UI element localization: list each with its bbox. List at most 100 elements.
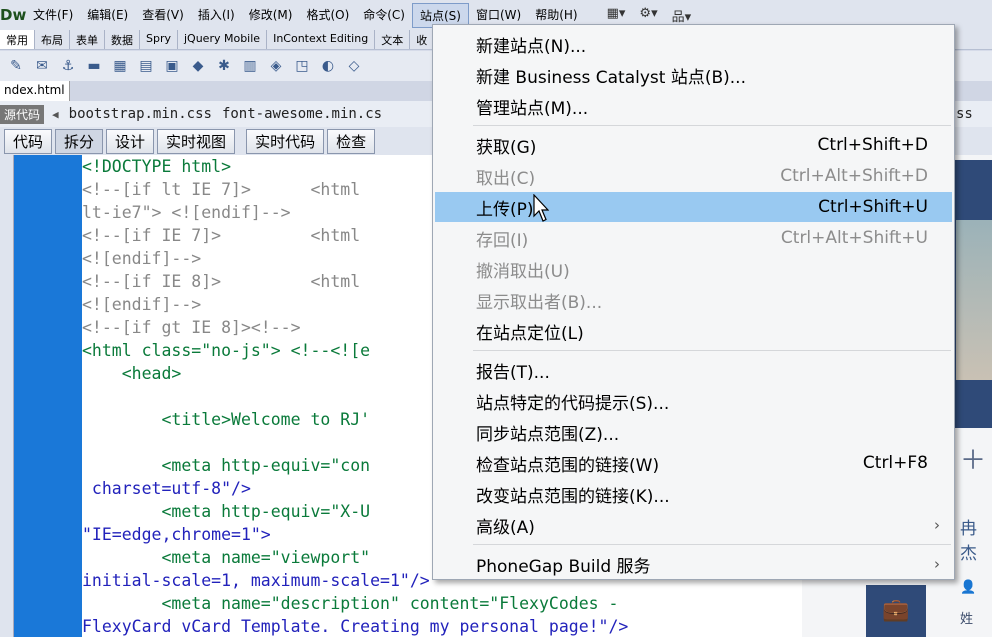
site-menu-item[interactable]: 报告(T)... — [435, 355, 952, 385]
site-menu-item[interactable]: 新建 Business Catalyst 站点(B)... — [435, 60, 952, 90]
comment-icon[interactable]: ◳ — [292, 58, 312, 74]
code-text: <!--[if lt IE 7]> <html — [82, 180, 361, 199]
site-menu-item[interactable]: 管理站点(M)... — [435, 91, 952, 121]
menu-separator — [473, 544, 951, 545]
gear-icon[interactable]: ⚙▾ — [639, 6, 657, 25]
site-menu-item[interactable]: 高级(A) › — [435, 510, 952, 540]
menu-item[interactable]: 格式(O) — [299, 3, 356, 28]
view-button[interactable]: 实时视图 — [157, 128, 236, 154]
site-menu-item[interactable]: 改变站点范围的链接(K)... — [435, 479, 952, 509]
insert-tab[interactable]: jQuery Mobile — [178, 30, 268, 49]
date-icon[interactable]: ▥ — [240, 58, 260, 74]
code-line[interactable]: FlexyCard vCard Template. Creating my pe… — [82, 615, 802, 637]
site-menu-item-label: 改变站点范围的链接(K)... — [476, 486, 670, 507]
user-icon: 👤 — [960, 580, 977, 595]
media-icon[interactable]: ◆ — [188, 58, 208, 74]
site-menu-item[interactable]: 新建站点(N)... — [435, 29, 952, 59]
site-menu-dropdown: 新建站点(N)... 新建 Business Catalyst 站点(B)... 管… — [432, 24, 955, 580]
site-menu-item[interactable]: 上传(P) Ctrl+Shift+U — [435, 192, 952, 222]
site-menu-item[interactable]: 同步站点范围(Z)... — [435, 417, 952, 447]
insert-tab[interactable]: 收 — [410, 30, 435, 49]
app-logo: Dw — [0, 6, 27, 24]
dreamweaver-window: Dw 文件(F) 编辑(E) 查看(V) 插入(I) 修改(M) 格式(O) 命令(C) 站点… — [0, 0, 992, 637]
related-file[interactable]: bootstrap.min.css — [69, 106, 212, 122]
code-line[interactable]: 14 <meta name="description" content="Fle… — [82, 592, 802, 615]
code-text: <meta name="description" content="FlexyC… — [82, 594, 619, 613]
site-menu-item-label: 撤消取出(U) — [476, 261, 570, 282]
related-file-tail[interactable]: ss — [956, 106, 973, 122]
anchor-icon[interactable]: ⚓ — [58, 58, 78, 74]
site-menu-item[interactable]: 站点特定的代码提示(S)... — [435, 386, 952, 416]
hr-icon[interactable]: ▬ — [84, 58, 104, 74]
code-text: <!--[if IE 7]> <html — [82, 226, 361, 245]
email-icon[interactable]: ✉ — [32, 58, 52, 74]
site-menu-item[interactable]: 显示取出者(B)... — [435, 285, 952, 315]
code-text: <![endif]--> — [82, 295, 202, 314]
menu-item[interactable]: 命令(C) — [356, 3, 412, 28]
hyperlink-icon[interactable]: ✎ — [6, 58, 26, 74]
menu-item[interactable]: 文件(F) — [26, 3, 80, 28]
shortcut-label: Ctrl+Shift+D — [817, 135, 928, 155]
related-file[interactable]: font-awesome.min.cs — [222, 106, 382, 122]
back-arrow-icon[interactable]: ◀ — [52, 108, 59, 121]
server-include-icon[interactable]: ◈ — [266, 58, 286, 74]
template-icon[interactable]: ◇ — [344, 58, 364, 74]
view-button[interactable]: 实时代码 — [246, 128, 325, 154]
widget-icon[interactable]: ✱ — [214, 58, 234, 74]
insert-tab[interactable]: 表单 — [70, 30, 105, 49]
menu-item[interactable]: 修改(M) — [242, 3, 300, 28]
code-text: <html class="no-js"> <!--<![e — [82, 341, 371, 360]
site-menu-item[interactable]: 在站点定位(L) — [435, 316, 952, 346]
insert-tab[interactable]: 布局 — [35, 30, 70, 49]
preview-name: 冉杰 — [960, 519, 977, 564]
site-menu-item[interactable]: 存回(I) Ctrl+Alt+Shift+U — [435, 223, 952, 253]
code-text: charset=utf-8"/> — [82, 479, 251, 498]
menu-separator — [473, 350, 951, 351]
code-text: <meta name="viewport" — [82, 548, 371, 567]
site-menu-item-label: 上传(P) — [476, 199, 534, 220]
layout-icon[interactable]: ▦▾ — [607, 6, 626, 25]
preview-rows: 👤 姓 ▦ 出 — [960, 572, 992, 637]
site-tree-icon[interactable]: 品▾ — [672, 6, 692, 25]
submenu-arrow-icon: › — [934, 555, 940, 573]
coding-toolbar — [0, 155, 14, 637]
profile-photo — [956, 220, 992, 380]
insert-tab[interactable]: 文本 — [375, 30, 411, 49]
site-menu-item-label: 显示取出者(B)... — [476, 292, 603, 313]
view-button[interactable]: 设计 — [106, 128, 155, 154]
code-text: <!DOCTYPE html> — [82, 157, 232, 176]
briefcase-icon: 💼 — [866, 585, 926, 637]
menu-item[interactable]: 查看(V) — [135, 3, 191, 28]
image-icon[interactable]: ▣ — [162, 58, 182, 74]
menu-item[interactable]: 插入(I) — [191, 3, 242, 28]
site-menu-item-label: 站点特定的代码提示(S)... — [476, 393, 670, 414]
site-menu-item[interactable]: 取出(C) Ctrl+Alt+Shift+D — [435, 161, 952, 191]
view-button[interactable]: 检查 — [327, 128, 376, 154]
code-text: lt-ie7"> <![endif]--> — [82, 203, 291, 222]
insert-tab[interactable]: InContext Editing — [267, 30, 376, 49]
view-button[interactable]: 代码 — [4, 128, 53, 154]
site-menu-item-label: 存回(I) — [476, 230, 529, 251]
insert-tab[interactable]: 数据 — [105, 30, 140, 49]
code-text: FlexyCard vCard Template. Creating my pe… — [82, 617, 629, 636]
view-button[interactable]: 拆分 — [55, 128, 104, 154]
insert-tab[interactable]: 常用 — [0, 30, 35, 49]
menu-item[interactable]: 编辑(E) — [80, 3, 135, 28]
div-icon[interactable]: ▤ — [136, 58, 156, 74]
site-menu-item-label: 新建站点(N)... — [476, 36, 587, 57]
site-menu-item[interactable]: 获取(G) Ctrl+Shift+D — [435, 130, 952, 160]
document-tab[interactable]: ndex.html — [0, 81, 70, 101]
site-menu-item[interactable]: PhoneGap Build 服务 › — [435, 549, 952, 579]
insert-tab[interactable]: Spry — [140, 30, 178, 49]
site-menu-item[interactable]: 撤消取出(U) — [435, 254, 952, 284]
plus-icon[interactable]: ＋ — [960, 440, 986, 477]
head-icon[interactable]: ◐ — [318, 58, 338, 74]
site-menu-item[interactable]: 检查站点范围的链接(W) Ctrl+F8 — [435, 448, 952, 478]
table-icon[interactable]: ▦ — [110, 58, 130, 74]
submenu-arrow-icon: › — [934, 516, 940, 534]
source-code-badge[interactable]: 源代码 — [0, 104, 45, 124]
site-menu-item-label: 同步站点范围(Z)... — [476, 424, 620, 445]
code-text: <![endif]--> — [82, 249, 202, 268]
site-menu-item-label: 取出(C) — [476, 168, 536, 189]
code-text: <!--[if IE 8]> <html — [82, 272, 361, 291]
